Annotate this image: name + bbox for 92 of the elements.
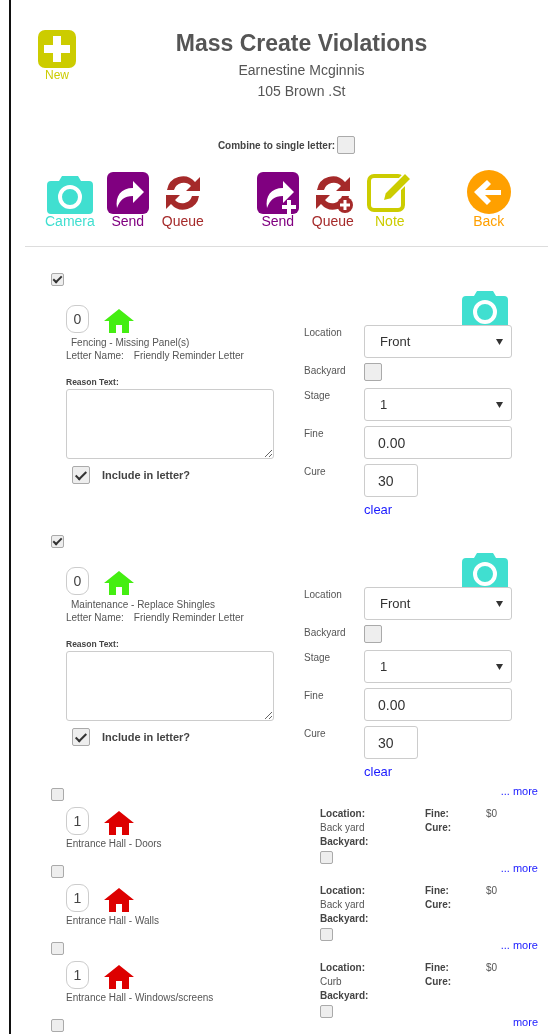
backyard-checkbox[interactable] <box>320 851 333 864</box>
location-value: Curb <box>320 975 343 989</box>
count-badge: 1 <box>66 961 89 989</box>
backyard-checkbox[interactable] <box>320 1005 333 1018</box>
letter-name: Friendly Reminder Letter <box>133 612 244 623</box>
count-badge: 0 <box>66 305 89 333</box>
checkbox[interactable] <box>51 865 64 878</box>
reason-text-field[interactable] <box>66 389 274 459</box>
stage-select[interactable]: 1 <box>364 388 512 421</box>
location-value: Back yard <box>320 821 366 835</box>
fine-label: Fine: <box>425 961 450 975</box>
include-label: Include in letter? <box>102 731 190 743</box>
cure-label: Cure: <box>425 821 453 835</box>
location-label: Location <box>304 326 343 340</box>
stage-label: Stage <box>304 651 332 665</box>
backyard-label: Backyard <box>304 364 347 378</box>
stage-label: Stage <box>304 389 332 403</box>
violation-name: Maintenance - Replace Shingles <box>70 599 216 610</box>
cure-label: Cure: <box>425 975 453 989</box>
page-title: Mass Create Violations <box>174 30 429 56</box>
violation-name: Entrance Hall - Doors <box>66 838 163 849</box>
fine-label: Fine <box>304 689 325 703</box>
violation-name: Fencing - Missing Panel(s) <box>70 337 191 348</box>
clear-link[interactable]: clear <box>364 502 393 517</box>
owner-name: Earnestine Mcginnis <box>237 61 366 80</box>
letter-name-label: Letter Name: <box>66 612 124 623</box>
include-checkbox[interactable] <box>72 728 90 746</box>
camera-icon[interactable] <box>46 174 93 214</box>
combine-checkbox[interactable] <box>337 136 356 154</box>
fine-value: $0 <box>486 807 498 821</box>
include-label: Include in letter? <box>102 469 190 481</box>
more-link[interactable]: ... more <box>500 785 538 797</box>
fine-field[interactable]: 0.00 <box>364 688 512 721</box>
location-label: Location: <box>320 884 366 898</box>
violation-name: Entrance Hall - Windows/screens <box>66 992 215 1003</box>
fine-value: $0 <box>486 884 498 898</box>
location-label: Location: <box>320 961 366 975</box>
location-label: Location <box>304 588 343 602</box>
plus-icon <box>38 30 76 68</box>
checkbox[interactable] <box>51 788 64 801</box>
fine-field[interactable]: 0.00 <box>364 426 512 459</box>
caret-icon <box>496 663 503 670</box>
backyard-label: Backyard: <box>320 912 370 926</box>
cure-field[interactable]: 30 <box>364 726 418 759</box>
backyard-checkbox[interactable] <box>364 363 382 381</box>
backyard-label: Backyard: <box>320 989 370 1003</box>
location-value: Back yard <box>320 898 366 912</box>
combine-label: Combine to single letter: <box>217 139 336 151</box>
backyard-checkbox[interactable] <box>364 625 382 643</box>
reason-text-label: Reason Text: <box>66 377 120 387</box>
checkbox[interactable] <box>51 942 64 955</box>
send-button[interactable]: Send <box>106 172 149 228</box>
fine-value: $0 <box>486 961 498 975</box>
checkbox[interactable] <box>51 535 64 548</box>
cure-label: Cure: <box>425 898 453 912</box>
count-badge: 0 <box>66 567 89 595</box>
cure-field[interactable]: 30 <box>364 464 418 497</box>
count-badge: 1 <box>66 807 89 835</box>
more-link[interactable]: ... more <box>500 862 538 874</box>
more-link[interactable]: more <box>512 1016 538 1028</box>
address: 105 Brown .St <box>256 82 347 101</box>
checkbox[interactable] <box>51 273 64 286</box>
edit-icon[interactable] <box>366 172 413 214</box>
cure-label: Cure <box>304 727 327 741</box>
violation-name: Entrance Hall - Walls <box>66 915 160 926</box>
more-link[interactable]: ... more <box>500 939 538 951</box>
clear-link[interactable]: clear <box>364 764 393 779</box>
stage-select[interactable]: 1 <box>364 650 512 683</box>
cure-label: Cure <box>304 465 327 479</box>
reason-text-field[interactable] <box>66 651 274 721</box>
include-checkbox[interactable] <box>72 466 90 484</box>
letter-name-label: Letter Name: <box>66 350 124 361</box>
count-badge: 1 <box>66 884 89 912</box>
caret-icon <box>496 401 503 408</box>
location-label: Location: <box>320 807 366 821</box>
checkbox[interactable] <box>51 1019 64 1032</box>
fine-label: Fine: <box>425 884 450 898</box>
fine-label: Fine <box>304 427 325 441</box>
queue-plus-button[interactable]: Queue <box>310 172 355 228</box>
share-arrow-plus-icon[interactable] <box>256 172 299 214</box>
reason-text-label: Reason Text: <box>66 639 120 649</box>
send-plus-button[interactable]: Send <box>256 172 299 228</box>
backyard-label: Backyard <box>304 626 347 640</box>
queue-button[interactable]: Queue <box>160 172 205 228</box>
location-select[interactable]: Front <box>364 587 512 620</box>
letter-name: Friendly Reminder Letter <box>133 350 244 361</box>
fine-label: Fine: <box>425 807 450 821</box>
caret-icon <box>496 600 503 607</box>
backyard-checkbox[interactable] <box>320 928 333 941</box>
backyard-label: Backyard: <box>320 835 370 849</box>
location-select[interactable]: Front <box>364 325 512 358</box>
caret-icon <box>496 338 503 345</box>
